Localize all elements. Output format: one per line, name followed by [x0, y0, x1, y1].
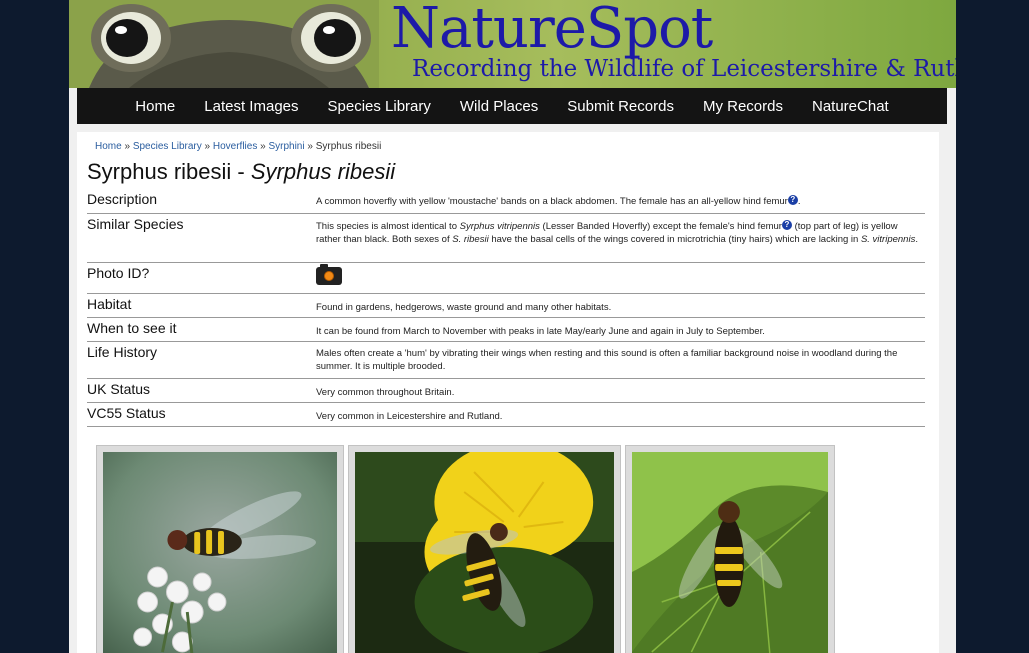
fact-row-uk-status: UK Status Very common throughout Britain… — [87, 379, 925, 403]
nav-wild-places[interactable]: Wild Places — [445, 98, 552, 115]
similar-text: This species is almost identical to — [316, 221, 460, 232]
breadcrumb-separator: » — [124, 141, 131, 152]
hoverfly-photo-1 — [103, 452, 337, 653]
fact-value: Found in gardens, hedgerows, waste groun… — [316, 302, 612, 313]
breadcrumb-syrphini[interactable]: Syrphini — [268, 141, 304, 152]
description-suffix: . — [797, 196, 801, 207]
fact-value: Very common in Leicestershire and Rutlan… — [316, 411, 503, 422]
fact-row-similar-species: Similar Species This species is almost i… — [87, 214, 925, 263]
fact-row-when-to-see: When to see it It can be found from Marc… — [87, 318, 925, 342]
page-title-text: Syrphus ribesii - — [87, 159, 251, 184]
description-text: A common hoverfly with yellow 'moustache… — [316, 196, 788, 207]
photo-thumbnail[interactable] — [96, 445, 344, 653]
nav-my-records[interactable]: My Records — [688, 98, 797, 115]
frog-eyes-image — [69, 0, 379, 88]
similar-text: . — [915, 234, 918, 245]
nav-latest-images[interactable]: Latest Images — [190, 98, 313, 115]
photo-thumbnail[interactable] — [348, 442, 621, 653]
fact-label: Description — [87, 191, 158, 207]
breadcrumb-species-library[interactable]: Species Library — [133, 141, 202, 152]
fact-value: A common hoverfly with yellow 'moustache… — [316, 189, 925, 213]
fact-row-description: Description A common hoverfly with yello… — [87, 189, 925, 214]
fact-value: It can be found from March to November w… — [316, 326, 765, 337]
site-logo-title[interactable]: NatureSpot — [391, 0, 713, 61]
fact-label: VC55 Status — [87, 405, 166, 421]
breadcrumb: Home » Species Library » Hoverflies » Sy… — [95, 141, 381, 152]
breadcrumb-separator: » — [307, 141, 313, 152]
site-logo-subtitle: Recording the Wildlife of Leicestershire… — [412, 56, 956, 82]
page-title: Syrphus ribesii - Syrphus ribesii — [87, 159, 395, 185]
camera-icon[interactable] — [316, 264, 342, 285]
species-facts-table: Description A common hoverfly with yello… — [87, 189, 925, 427]
nav-submit-records[interactable]: Submit Records — [553, 98, 689, 115]
fact-row-vc55-status: VC55 Status Very common in Leicestershir… — [87, 403, 925, 427]
hoverfly-photo-2 — [355, 442, 614, 653]
breadcrumb-home[interactable]: Home — [95, 141, 122, 152]
help-icon[interactable]: ? — [781, 220, 792, 230]
hoverfly-photo-3 — [632, 452, 828, 653]
main-nav: Home Latest Images Species Library Wild … — [77, 88, 947, 124]
fact-row-habitat: Habitat Found in gardens, hedgerows, was… — [87, 294, 925, 318]
main-content: Home » Species Library » Hoverflies » Sy… — [77, 132, 939, 653]
fact-value: Very common throughout Britain. — [316, 387, 455, 398]
site-wrapper: NatureSpot Recording the Wildlife of Lei… — [69, 0, 956, 653]
fact-label: When to see it — [87, 320, 177, 336]
nav-naturechat[interactable]: NatureChat — [798, 98, 904, 115]
fact-value — [316, 263, 925, 293]
similar-text: have the basal cells of the wings covere… — [488, 234, 861, 245]
fact-label: Habitat — [87, 296, 132, 312]
similar-species-name: Syrphus vitripennis — [459, 221, 540, 232]
nav-home[interactable]: Home — [121, 98, 190, 115]
breadcrumb-current: Syrphus ribesii — [315, 141, 382, 152]
help-icon[interactable]: ? — [787, 195, 798, 205]
fact-row-photo-id: Photo ID? — [87, 263, 925, 294]
fact-label: Life History — [87, 344, 158, 360]
page-title-scientific: Syrphus ribesii — [250, 159, 396, 184]
nav-species-library[interactable]: Species Library — [313, 98, 445, 115]
similar-text: (Lesser Banded Hoverfly) except the fema… — [539, 221, 782, 232]
fact-row-life-history: Life History Males often create a 'hum' … — [87, 342, 925, 379]
fact-value: Males often create a 'hum' by vibrating … — [316, 348, 898, 372]
fact-value: This species is almost identical to Syrp… — [316, 214, 925, 262]
breadcrumb-hoverflies[interactable]: Hoverflies — [213, 141, 257, 152]
fact-label: Photo ID? — [87, 265, 150, 281]
similar-species-name: S. vitripennis — [860, 234, 916, 245]
breadcrumb-separator: » — [260, 141, 266, 152]
similar-species-name: S. ribesii — [452, 234, 489, 245]
fact-label: UK Status — [87, 381, 151, 397]
photo-thumbnail[interactable] — [625, 445, 835, 653]
site-banner[interactable]: NatureSpot Recording the Wildlife of Lei… — [69, 0, 956, 88]
fact-label: Similar Species — [87, 216, 184, 232]
breadcrumb-separator: » — [204, 141, 211, 152]
